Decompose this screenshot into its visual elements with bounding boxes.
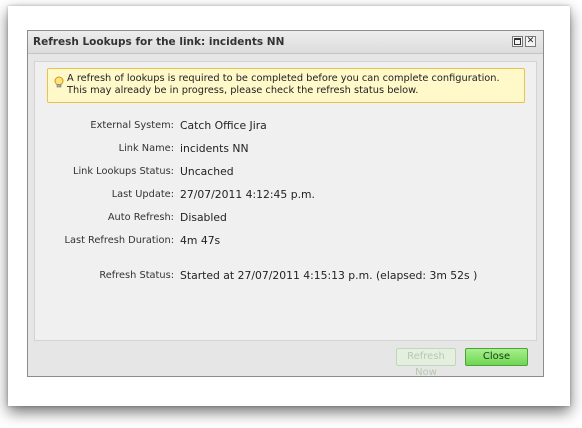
- field-label: Last Update:: [111, 189, 174, 200]
- field-label: Refresh Status:: [99, 270, 174, 281]
- field-link-name: Link Name: incidents NN: [35, 142, 538, 156]
- notice-text: A refresh of lookups is required to be c…: [67, 73, 500, 96]
- maximize-icon[interactable]: [512, 36, 523, 47]
- field-value: 4m 47s: [180, 234, 221, 247]
- field-last-refresh-duration: Last Refresh Duration: 4m 47s: [35, 234, 538, 248]
- field-last-update: Last Update: 27/07/2011 4:12:45 p.m.: [35, 188, 538, 202]
- dialog-title: Refresh Lookups for the link: incidents …: [33, 36, 285, 48]
- dialog-footer: Refresh Now Close: [34, 343, 537, 378]
- info-notice: A refresh of lookups is required to be c…: [47, 68, 525, 103]
- refresh-now-button[interactable]: Refresh Now: [396, 348, 456, 378]
- close-button[interactable]: Close: [465, 348, 528, 366]
- field-label: Auto Refresh:: [107, 212, 174, 223]
- field-label: Link Lookups Status:: [73, 166, 174, 177]
- field-value: 27/07/2011 4:12:45 p.m.: [180, 188, 315, 201]
- refresh-lookups-dialog: Refresh Lookups for the link: incidents …: [27, 30, 544, 378]
- dialog-titlebar: Refresh Lookups for the link: incidents …: [28, 31, 543, 54]
- field-value: Uncached: [180, 165, 234, 178]
- field-label: Link Name:: [118, 143, 174, 154]
- lightbulb-icon: [54, 76, 64, 88]
- close-icon[interactable]: ✕: [525, 36, 536, 47]
- field-auto-refresh: Auto Refresh: Disabled: [35, 211, 538, 225]
- field-external-system: External System: Catch Office Jira: [35, 119, 538, 133]
- field-value: Disabled: [180, 211, 227, 224]
- dialog-content: A refresh of lookups is required to be c…: [34, 61, 537, 341]
- field-refresh-status: Refresh Status: Started at 27/07/2011 4:…: [35, 269, 538, 283]
- field-value: Started at 27/07/2011 4:15:13 p.m. (elap…: [180, 269, 478, 282]
- field-link-lookups-status: Link Lookups Status: Uncached: [35, 165, 538, 179]
- field-label: Last Refresh Duration:: [64, 235, 174, 246]
- field-label: External System:: [90, 120, 174, 131]
- field-value: Catch Office Jira: [180, 119, 267, 132]
- field-value: incidents NN: [180, 142, 249, 155]
